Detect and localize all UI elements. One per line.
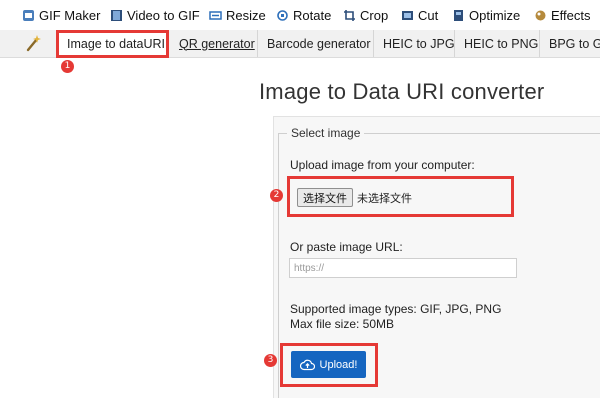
toolbar-rotate[interactable]: Rotate xyxy=(276,6,331,24)
tab-label: Barcode generator xyxy=(267,36,371,51)
toolbar-video-to-gif[interactable]: Video to GIF xyxy=(110,6,200,24)
toolbar-label: Rotate xyxy=(293,7,332,23)
toolbar-effects[interactable]: Effects xyxy=(534,6,591,24)
toolbar-label: Optimize xyxy=(469,7,521,23)
tab-label: QR generator xyxy=(179,36,255,51)
tab-qr-generator[interactable]: QR generator xyxy=(170,30,258,57)
toolbar-label: Resize xyxy=(226,7,266,23)
toolbar-cut[interactable]: Cut xyxy=(401,6,438,24)
tab-barcode-generator[interactable]: Barcode generator xyxy=(258,30,374,57)
effects-icon xyxy=(535,10,546,20)
film-icon xyxy=(111,9,122,21)
gif-maker-icon xyxy=(23,9,34,21)
tab-label: HEIC to JPG xyxy=(383,36,455,51)
optimize-icon xyxy=(454,9,463,21)
tab-bpg-to-gif[interactable]: BPG to GI xyxy=(540,30,600,57)
annotation-box-file-input xyxy=(287,176,514,217)
toolbar-resize[interactable]: Resize xyxy=(209,6,266,24)
image-url-input[interactable] xyxy=(289,258,517,278)
toolbar-label: Cut xyxy=(418,7,439,23)
url-label: Or paste image URL: xyxy=(290,240,403,254)
tab-heic-to-jpg[interactable]: HEIC to JPG xyxy=(374,30,455,57)
fieldset-legend: Select image xyxy=(287,126,365,140)
annotation-marker-2: 2 xyxy=(270,189,283,202)
annotation-box-upload xyxy=(280,343,378,387)
rotate-icon xyxy=(277,9,288,21)
tab-label: BPG to GI xyxy=(549,36,600,51)
annotation-marker-3: 3 xyxy=(264,354,277,367)
top-toolbar: GIF Maker Video to GIF Resize Rotate Cro… xyxy=(0,0,600,31)
toolbar-crop[interactable]: Crop xyxy=(343,6,388,24)
max-file-size-text: Max file size: 50MB xyxy=(290,317,395,331)
upload-label: Upload image from your computer: xyxy=(290,158,475,172)
tab-label: HEIC to PNG xyxy=(464,36,539,51)
toolbar-label: Crop xyxy=(360,7,389,23)
magic-wand-icon[interactable] xyxy=(24,33,44,53)
toolbar-gif-maker[interactable]: GIF Maker xyxy=(22,6,100,24)
annotation-marker-1: 1 xyxy=(61,60,74,73)
toolbar-label: GIF Maker xyxy=(39,7,101,23)
cut-icon xyxy=(402,10,413,20)
crop-icon xyxy=(344,9,355,21)
toolbar-label: Effects xyxy=(551,7,591,23)
toolbar-label: Video to GIF xyxy=(127,7,200,23)
annotation-box-tab xyxy=(56,30,169,58)
supported-types-text: Supported image types: GIF, JPG, PNG xyxy=(290,302,502,316)
toolbar-optimize[interactable]: Optimize xyxy=(452,6,520,24)
page-title: Image to Data URI converter xyxy=(259,79,545,104)
tab-heic-to-png[interactable]: HEIC to PNG xyxy=(455,30,540,57)
resize-icon xyxy=(209,10,222,20)
